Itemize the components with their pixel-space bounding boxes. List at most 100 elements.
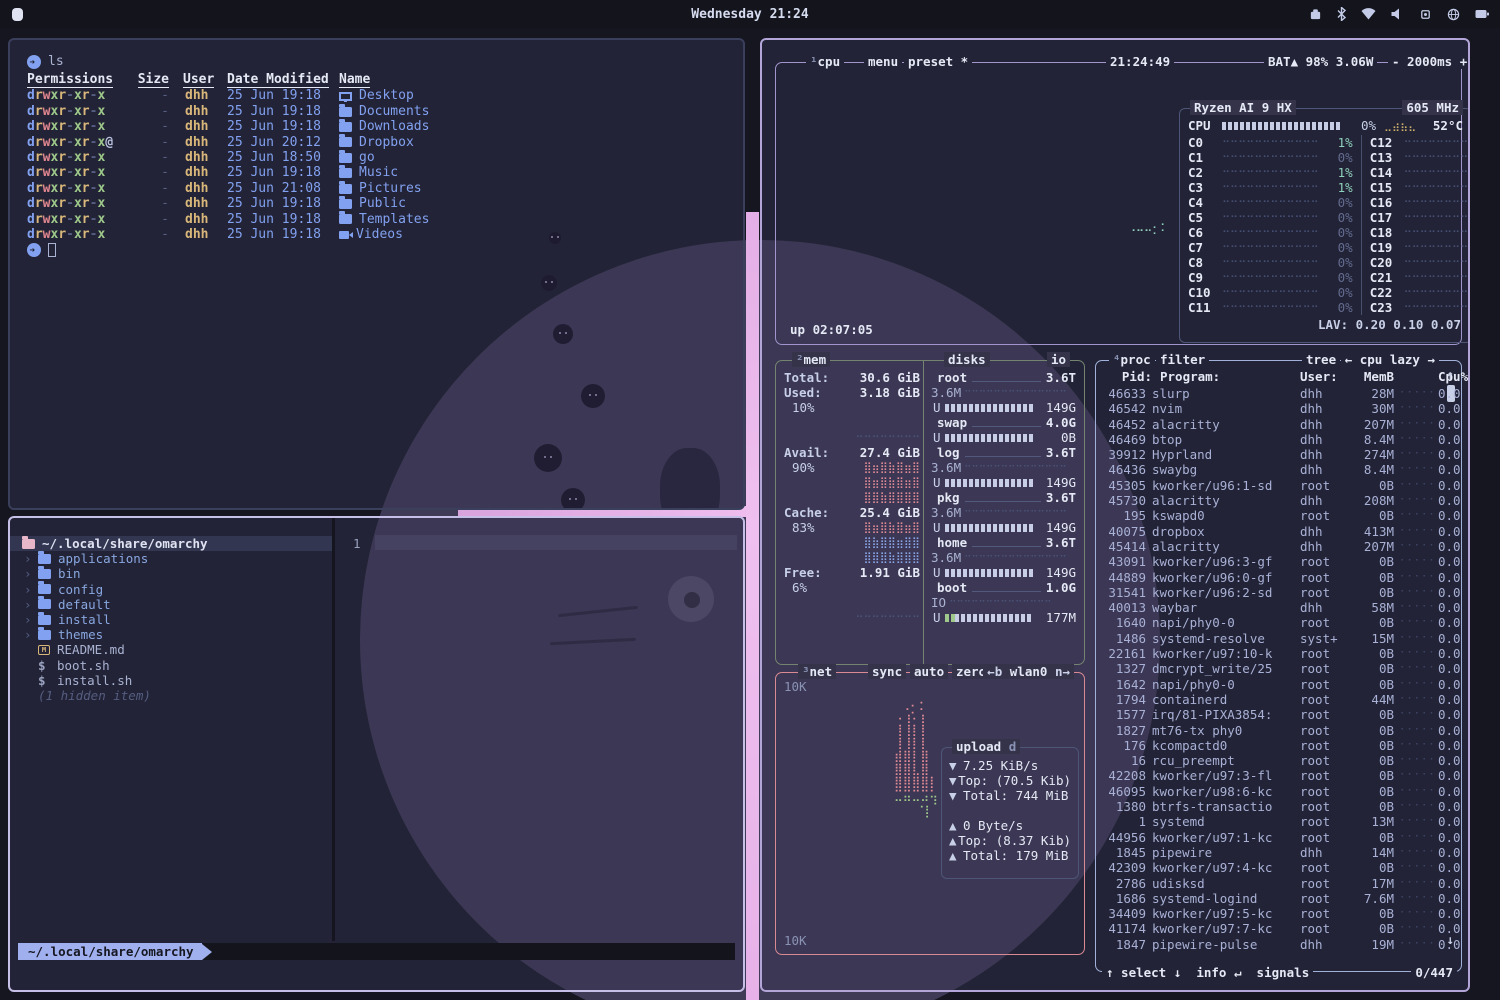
process-row[interactable]: 1845pipewiredhh14M⠂⠂⠂⠂⠂⠂⠂⠂0.0: [1102, 845, 1435, 860]
process-row[interactable]: 16rcu_preemptroot0B⠂⠂⠂⠂⠂⠂⠂⠂0.0: [1102, 753, 1435, 768]
process-row[interactable]: 1systemdroot13M⠂⠂⠂⠂⠂⠂⠂⠂0.0: [1102, 814, 1435, 829]
tree-item-readme-md[interactable]: MREADME.md: [10, 642, 332, 657]
wifi-icon[interactable]: [1361, 8, 1376, 20]
process-row[interactable]: 1640napi/phy0-0root0B⠂⠂⠂⠂⠂⠂⠂⠂0.0: [1102, 615, 1435, 630]
process-name: kcompactd0: [1152, 738, 1300, 753]
tab-proc[interactable]: ⁴proc: [1109, 352, 1155, 367]
process-meter: ⠂⠂⠂⠂⠂⠂⠂⠂: [1394, 799, 1438, 814]
editor-pane[interactable]: 1: [335, 518, 741, 941]
process-user: root: [1300, 799, 1346, 814]
disk-usage-row: U177M: [931, 610, 1076, 625]
proc-footer-controls[interactable]: ↑ select ↓ info ↵ signals: [1102, 965, 1313, 980]
process-row[interactable]: 1847pipewire-pulsedhh19M⠂⠂⠂⠂⠂⠂⠂⠂0.0: [1102, 937, 1435, 952]
process-row[interactable]: 46095kworker/u98:6-kcroot0B⠂⠂⠂⠂⠂⠂⠂⠂0.0: [1102, 784, 1435, 799]
disk-activity-graph: ⠒⠒⠒⠒⠒⠒⠒⠒⠒⠒⠒⠒⠒⠒: [949, 595, 1052, 610]
download-top: ▼Top: (70.5 Kib): [942, 773, 1078, 788]
process-row[interactable]: 39912Hyprlanddhh274M⠂⠂⠂⠂⠂⠂⠂⠂0.0: [1102, 447, 1435, 462]
process-row[interactable]: 46436swaybgdhh8.4M⠂⠂⠂⠂⠂⠂⠂⠂0.0: [1102, 462, 1435, 477]
process-pid: 1577: [1102, 707, 1152, 722]
load-average: LAV: 0.20 0.10 0.07: [1318, 317, 1461, 332]
process-row[interactable]: 46452alacrittydhh207M⠂⠂⠂⠂⠂⠂⠂⠂0.0: [1102, 417, 1435, 432]
sort-column-switcher[interactable]: ← cpu lazy →: [1341, 352, 1439, 367]
process-row[interactable]: 31541kworker/u96:2-sdroot0B⠂⠂⠂⠂⠂⠂⠂⠂0.0: [1102, 585, 1435, 600]
disk-used-value: 0B: [1061, 430, 1076, 445]
tree-item-install[interactable]: ›install: [10, 612, 332, 627]
process-row[interactable]: 42309kworker/u97:4-kcroot0B⠂⠂⠂⠂⠂⠂⠂⠂0.0: [1102, 860, 1435, 875]
process-row[interactable]: 42208kworker/u97:3-flroot0B⠂⠂⠂⠂⠂⠂⠂⠂0.0: [1102, 768, 1435, 783]
process-mem: 0B: [1346, 768, 1394, 783]
process-row[interactable]: 22161kworker/u97:10-kroot0B⠂⠂⠂⠂⠂⠂⠂⠂0.0: [1102, 646, 1435, 661]
net-interface-switcher[interactable]: ←b wlan0 n→: [983, 664, 1074, 679]
process-cpu: 0.0: [1438, 677, 1461, 692]
process-row[interactable]: 46633slurpdhh28M⠂⠂⠂⠂⠂⠂⠂⠂0.0: [1102, 386, 1435, 401]
update-interval-control[interactable]: - 2000ms +: [1388, 54, 1470, 69]
process-row[interactable]: 43091kworker/u96:3-gfroot0B⠂⠂⠂⠂⠂⠂⠂⠂0.0: [1102, 554, 1435, 569]
bluetooth-icon[interactable]: [1337, 7, 1346, 21]
process-row[interactable]: 195kswapd0root0B⠂⠂⠂⠂⠂⠂⠂⠂0.0: [1102, 508, 1435, 523]
process-row[interactable]: 1642napi/phy0-0root0B⠂⠂⠂⠂⠂⠂⠂⠂0.0: [1102, 677, 1435, 692]
tree-item-applications[interactable]: ›applications: [10, 551, 332, 566]
preset-button[interactable]: preset *: [904, 54, 972, 69]
process-row[interactable]: 1686systemd-logindroot7.6M⠂⠂⠂⠂⠂⠂⠂⠂0.0: [1102, 891, 1435, 906]
process-row[interactable]: 46542nvimdhh30M⠂⠂⠂⠂⠂⠂⠂⠂0.0: [1102, 401, 1435, 416]
tree-item-themes[interactable]: ›themes: [10, 627, 332, 642]
process-row[interactable]: 41174kworker/u97:7-kcroot0B⠂⠂⠂⠂⠂⠂⠂⠂0.0: [1102, 921, 1435, 936]
process-row[interactable]: 1577irq/81-PIXA3854:root0B⠂⠂⠂⠂⠂⠂⠂⠂0.0: [1102, 707, 1435, 722]
scroll-down-icon[interactable]: ↓: [1446, 932, 1454, 947]
process-row[interactable]: 1380btrfs-transactioroot0B⠂⠂⠂⠂⠂⠂⠂⠂0.0: [1102, 799, 1435, 814]
process-row[interactable]: 44956kworker/u97:1-kcroot0B⠂⠂⠂⠂⠂⠂⠂⠂0.0: [1102, 830, 1435, 845]
core-graph: ⠒⠒⠒⠒⠒⠒⠒⠒⠒⠒⠒⠒: [1222, 135, 1319, 150]
process-row[interactable]: 45414alacrittydhh207M⠂⠂⠂⠂⠂⠂⠂⠂0.0: [1102, 539, 1435, 554]
process-name: kworker/u97:5-kc: [1152, 906, 1300, 921]
btop-window[interactable]: ¹cpu menu preset * 21:24:49 BAT▲ 98% 3.0…: [760, 38, 1470, 992]
disk-activity-graph: ⠒⠒⠒⠒⠒⠒⠒⠒⠒⠒⠒⠒⠒⠒: [964, 505, 1067, 520]
menu-button[interactable]: menu: [864, 54, 902, 69]
process-row[interactable]: 1827mt76-tx phy0root0B⠂⠂⠂⠂⠂⠂⠂⠂0.0: [1102, 723, 1435, 738]
core-graph: ⠒⠒⠒⠒⠒⠒⠒⠒⠒⠒⠒⠒: [1404, 150, 1470, 165]
process-row[interactable]: 1327dmcrypt_write/25root0B⠂⠂⠂⠂⠂⠂⠂⠂0.0: [1102, 661, 1435, 676]
battery-icon[interactable]: [1475, 8, 1490, 20]
globe-icon[interactable]: [1447, 8, 1460, 21]
shell-prompt-empty[interactable]: [27, 242, 743, 258]
updates-icon[interactable]: [1309, 8, 1322, 21]
process-row[interactable]: 40013waybardhh58M⠂⠂⠂⠂⠂⠂⠂⠂0.0: [1102, 600, 1435, 615]
cpu-total-pct: 0%: [1340, 118, 1376, 133]
process-row[interactable]: 40075dropboxdhh413M⠂⠂⠂⠂⠂⠂⠂⠂0.0: [1102, 524, 1435, 539]
process-row[interactable]: 44889kworker/u96:0-gfroot0B⠂⠂⠂⠂⠂⠂⠂⠂0.0: [1102, 570, 1435, 585]
tab-net[interactable]: ³net: [798, 664, 836, 679]
process-row[interactable]: 2786udisksdroot17M⠂⠂⠂⠂⠂⠂⠂⠂0.0: [1102, 876, 1435, 891]
tree-root-item[interactable]: ~/.local/share/omarchy: [10, 536, 332, 551]
chip-icon[interactable]: [1419, 8, 1432, 21]
rule: [965, 449, 1041, 457]
process-panel: ⁴proc filter tree ← cpu lazy → Pid: Prog…: [1095, 360, 1462, 972]
editor-window[interactable]: ~/.local/share/omarchy›applications›bin›…: [8, 516, 745, 992]
net-auto-button[interactable]: auto: [910, 664, 948, 679]
process-row[interactable]: 45730alacrittydhh208M⠂⠂⠂⠂⠂⠂⠂⠂0.0: [1102, 493, 1435, 508]
process-row[interactable]: 46469btopdhh8.4M⠂⠂⠂⠂⠂⠂⠂⠂0.0: [1102, 432, 1435, 447]
process-row[interactable]: 176kcompactd0root0B⠂⠂⠂⠂⠂⠂⠂⠂0.0: [1102, 738, 1435, 753]
filter-button[interactable]: filter: [1156, 352, 1209, 367]
process-row[interactable]: 34409kworker/u97:5-kcroot0B⠂⠂⠂⠂⠂⠂⠂⠂0.0: [1102, 906, 1435, 921]
process-row[interactable]: 1794containerdroot44M⠂⠂⠂⠂⠂⠂⠂⠂0.0: [1102, 692, 1435, 707]
scroll-up-icon[interactable]: ↑: [1446, 367, 1454, 382]
process-row[interactable]: 1486systemd-resolvesyst+15M⠂⠂⠂⠂⠂⠂⠂⠂0.0: [1102, 631, 1435, 646]
process-pid: 40013: [1102, 600, 1152, 615]
io-mode-button[interactable]: io: [1047, 352, 1070, 367]
process-row[interactable]: 45305kworker/u96:1-sdroot0B⠂⠂⠂⠂⠂⠂⠂⠂0.0: [1102, 478, 1435, 493]
tree-item-boot-sh[interactable]: $boot.sh: [10, 658, 332, 673]
core-row: C20⠒⠒⠒⠒⠒⠒⠒⠒⠒⠒⠒⠒0%: [1362, 255, 1470, 270]
net-sync-button[interactable]: sync: [868, 664, 906, 679]
tab-mem[interactable]: ²mem: [792, 352, 830, 367]
tree-item-bin[interactable]: ›bin: [10, 566, 332, 581]
tree-toggle[interactable]: tree: [1302, 352, 1340, 367]
process-table-header[interactable]: Pid: Program: User: MemB Cpu%: [1102, 369, 1435, 384]
tree-item-config[interactable]: ›config: [10, 582, 332, 597]
tab-cpu[interactable]: ¹cpu: [806, 54, 844, 69]
volume-icon[interactable]: [1391, 8, 1404, 20]
tree-item-install-sh[interactable]: $install.sh: [10, 673, 332, 688]
tree-item-default[interactable]: ›default: [10, 597, 332, 612]
tab-disks[interactable]: disks: [944, 352, 990, 367]
disk-usage-bar-used: [945, 614, 955, 622]
terminal-window[interactable]: ls Permissions Size User Date Modified N…: [8, 38, 745, 510]
disk-usage-row: U149G: [931, 520, 1076, 535]
